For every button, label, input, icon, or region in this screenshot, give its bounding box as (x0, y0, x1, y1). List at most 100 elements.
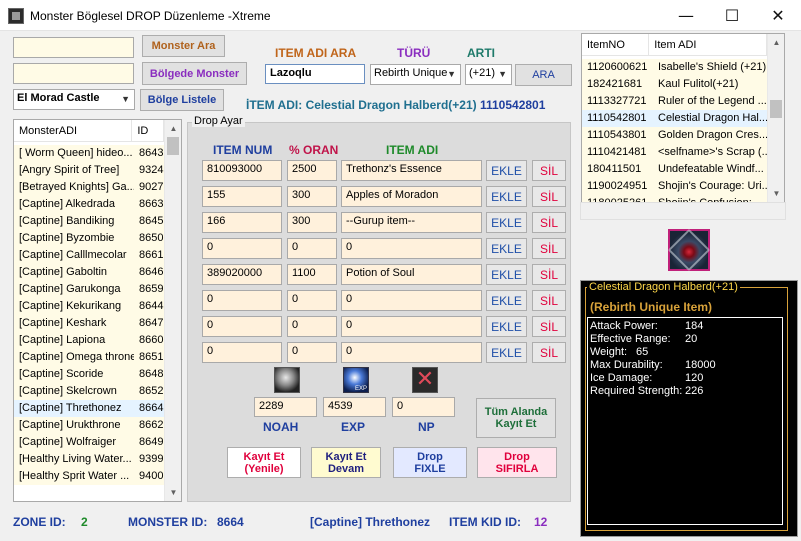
drop-oran-input[interactable]: 1100 (287, 264, 337, 285)
bolgede-monster-button[interactable]: Bölgede Monster (142, 62, 247, 85)
scroll-thumb[interactable] (770, 100, 782, 118)
kayit-devam-button[interactable]: Kayıt Et Devam (311, 447, 381, 478)
item-list-scrollbar[interactable]: ▲ ▼ (767, 34, 784, 202)
item-list-row[interactable]: 1113327721 Ruler of the Legend ... (582, 93, 768, 110)
item-list-row[interactable]: 182421681 Kaul Fulitol(+21) (582, 76, 768, 93)
monster-list-row[interactable]: [Captine] Skelcrown 8652 (14, 383, 165, 400)
ekle-button[interactable]: EKLE (486, 238, 527, 259)
drop-fixle-button[interactable]: Drop FIXLE (393, 447, 467, 478)
np-input[interactable]: 0 (392, 397, 455, 417)
item-list-row[interactable]: 1120600621 Isabelle's Shield (+21) (582, 59, 768, 76)
drop-item-num-input[interactable]: 0 (202, 290, 282, 311)
arti-select[interactable]: (+21) ▼ (465, 64, 512, 85)
zone-select[interactable]: El Morad Castle ▼ (13, 89, 135, 110)
drop-item-num-input[interactable]: 0 (202, 342, 282, 363)
sil-button[interactable]: SİL (532, 316, 566, 337)
drop-item-num-input[interactable]: 0 (202, 316, 282, 337)
drop-oran-input[interactable]: 0 (287, 238, 337, 259)
monster-search-input[interactable] (13, 37, 134, 58)
monster-list-row[interactable]: [Captine] Byzombie 8650 (14, 230, 165, 247)
kayit-yenile-button[interactable]: Kayıt Et (Yenile) (227, 447, 301, 478)
item-list-hscroll[interactable] (580, 202, 786, 220)
turu-select[interactable]: Rebirth Unique ▼ (370, 64, 461, 85)
monster-list-row[interactable]: [Healthy Sprit Water ... 9400 (14, 468, 165, 485)
drop-item-name-input[interactable]: 0 (341, 290, 482, 311)
col-item-no[interactable]: ItemNO (582, 34, 650, 56)
minimize-button[interactable]: — (663, 0, 709, 31)
drop-item-num-input[interactable]: 0 (202, 238, 282, 259)
sil-button[interactable]: SİL (532, 160, 566, 181)
exp-input[interactable]: 4539 (323, 397, 386, 417)
drop-oran-input[interactable]: 0 (287, 290, 337, 311)
item-list-row[interactable]: 1110543801 Golden Dragon Cres... (582, 127, 768, 144)
ara-button[interactable]: ARA (515, 64, 572, 86)
sil-button[interactable]: SİL (532, 342, 566, 363)
monster-list-row[interactable]: [Captine] Kekurikang 8644 (14, 298, 165, 315)
item-list-row[interactable]: 1190024951 Shojin's Courage: Uri... (582, 178, 768, 195)
drop-oran-input[interactable]: 0 (287, 316, 337, 337)
monster-list[interactable]: MonsterADI ID [ Worm Queen] hideo... 8643… (13, 119, 182, 502)
scroll-up-icon[interactable]: ▲ (768, 34, 784, 51)
close-button[interactable]: ✕ (755, 0, 801, 31)
drop-oran-input[interactable]: 300 (287, 212, 337, 233)
noah-input[interactable]: 2289 (254, 397, 317, 417)
drop-item-name-input[interactable]: Apples of Moradon (341, 186, 482, 207)
monster-list-row[interactable]: [Captine] Scoride 8648 (14, 366, 165, 383)
drop-item-name-input[interactable]: Trethonz's Essence (341, 160, 482, 181)
zone-monster-input[interactable] (13, 63, 134, 84)
item-list-row[interactable]: 180411501 Undefeatable Windf... (582, 161, 768, 178)
drop-oran-input[interactable]: 0 (287, 342, 337, 363)
monster-list-row[interactable]: [Captine] Garukonga 8659 (14, 281, 165, 298)
drop-item-name-input[interactable]: --Gurup item-- (341, 212, 482, 233)
item-list[interactable]: ItemNO Item ADI 1120600621 Isabelle's Shi… (581, 33, 785, 203)
monster-list-row[interactable]: [Captine] Lapiona 8660 (14, 332, 165, 349)
monster-list-row[interactable]: [Captine] Calllmecolar 8661 (14, 247, 165, 264)
monster-list-row[interactable]: [Captine] Alkedrada 8663 (14, 196, 165, 213)
item-search-input[interactable]: Lazoqlu (265, 64, 365, 84)
sil-button[interactable]: SİL (532, 212, 566, 233)
drop-item-num-input[interactable]: 166 (202, 212, 282, 233)
monster-list-row[interactable]: [ Worm Queen] hideo... 8643 (14, 145, 165, 162)
ekle-button[interactable]: EKLE (486, 290, 527, 311)
drop-item-name-input[interactable]: 0 (341, 316, 482, 337)
monster-list-row[interactable]: [Healthy Living Water... 9399 (14, 451, 165, 468)
monster-list-scrollbar[interactable]: ▲ ▼ (164, 120, 181, 501)
monster-ara-button[interactable]: Monster Ara (142, 35, 225, 57)
monster-list-row[interactable]: [Captine] Omega throne 8651 (14, 349, 165, 366)
maximize-button[interactable]: ☐ (709, 0, 755, 31)
col-id[interactable]: ID (132, 120, 164, 142)
sil-button[interactable]: SİL (532, 264, 566, 285)
col-item-adi-list[interactable]: Item ADI (649, 34, 767, 56)
sil-button[interactable]: SİL (532, 186, 566, 207)
drop-item-name-input[interactable]: 0 (341, 342, 482, 363)
sil-button[interactable]: SİL (532, 290, 566, 311)
scroll-up-icon[interactable]: ▲ (165, 120, 181, 137)
drop-oran-input[interactable]: 2500 (287, 160, 337, 181)
scroll-down-icon[interactable]: ▼ (165, 484, 181, 501)
drop-item-num-input[interactable]: 155 (202, 186, 282, 207)
bolge-listele-button[interactable]: Bölge Listele (140, 89, 224, 111)
monster-list-row[interactable]: [Betrayed Knights] Ga... 9027 (14, 179, 165, 196)
monster-list-row[interactable]: [Captine] Keshark 8647 (14, 315, 165, 332)
scroll-thumb[interactable] (167, 137, 179, 155)
ekle-button[interactable]: EKLE (486, 316, 527, 337)
monster-list-row[interactable]: [Captine] Wolfraiger 8649 (14, 434, 165, 451)
tum-alanda-kayit-button[interactable]: Tüm Alanda Kayıt Et (476, 398, 556, 438)
monster-list-row[interactable]: [Captine] Bandiking 8645 (14, 213, 165, 230)
drop-oran-input[interactable]: 300 (287, 186, 337, 207)
monster-list-row[interactable]: [Captine] Urukthrone 8662 (14, 417, 165, 434)
drop-item-num-input[interactable]: 810093000 (202, 160, 282, 181)
monster-list-row[interactable]: [Angry Spirit of Tree] 9324 (14, 162, 165, 179)
monster-list-row[interactable]: [Captine] Threthonez 8664 (14, 400, 165, 417)
item-list-row[interactable]: 1110421481 <selfname>'s Scrap (... (582, 144, 768, 161)
drop-sifirla-button[interactable]: Drop SIFIRLA (477, 447, 557, 478)
ekle-button[interactable]: EKLE (486, 160, 527, 181)
ekle-button[interactable]: EKLE (486, 342, 527, 363)
sil-button[interactable]: SİL (532, 238, 566, 259)
item-list-row[interactable]: 1110542801 Celestial Dragon Hal... (582, 110, 768, 127)
drop-item-name-input[interactable]: Potion of Soul (341, 264, 482, 285)
scroll-down-icon[interactable]: ▼ (768, 185, 784, 202)
ekle-button[interactable]: EKLE (486, 186, 527, 207)
monster-list-row[interactable]: [Captine] Gaboltin 8646 (14, 264, 165, 281)
drop-item-num-input[interactable]: 389020000 (202, 264, 282, 285)
